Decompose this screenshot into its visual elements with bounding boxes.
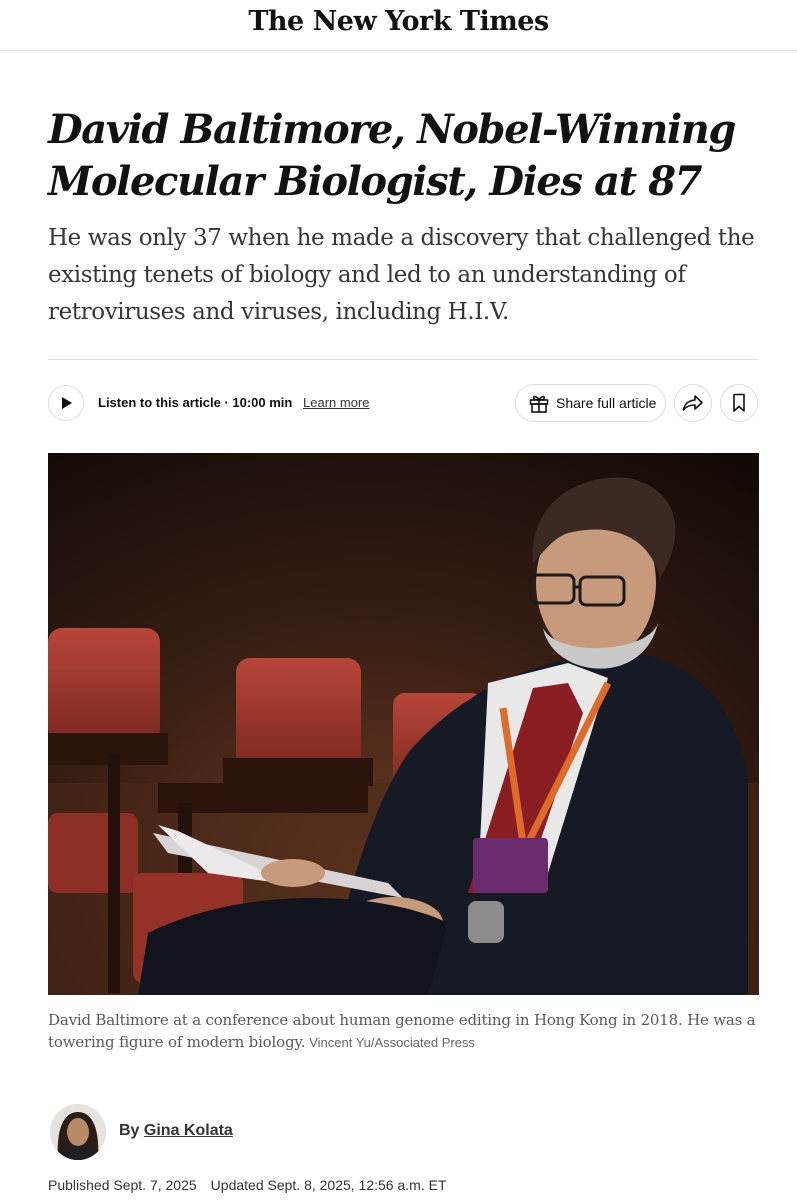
share-button[interactable]: [674, 384, 712, 422]
photo-caption: David Baltimore at a conference about hu…: [48, 1009, 759, 1054]
gift-icon: [529, 395, 549, 413]
listen-label: Listen to this article · 10:00 min: [98, 395, 293, 410]
play-audio-button[interactable]: [48, 385, 84, 421]
save-button[interactable]: [720, 384, 758, 422]
byline: By Gina Kolata: [119, 1122, 233, 1140]
share-full-article-button[interactable]: Share full article: [515, 384, 666, 422]
published-date: Published Sept. 7, 2025: [48, 1177, 197, 1193]
play-icon: [62, 397, 72, 409]
share-label: Share full article: [556, 395, 657, 411]
byline-prefix: By: [119, 1122, 140, 1139]
author-avatar[interactable]: [50, 1104, 106, 1160]
article-photo: [48, 453, 759, 995]
learn-more-link[interactable]: Learn more: [303, 395, 369, 410]
article-dates: Published Sept. 7, 2025 Updated Sept. 8, …: [48, 1177, 447, 1193]
bookmark-icon: [733, 393, 745, 412]
updated-date: Updated Sept. 8, 2025, 12:56 a.m. ET: [210, 1177, 447, 1193]
divider: [48, 359, 758, 360]
author-link[interactable]: Gina Kolata: [144, 1122, 233, 1139]
article-headline: David Baltimore, Nobel-Winning Molecular…: [48, 106, 736, 205]
article-summary: He was only 37 when he made a discovery …: [48, 225, 755, 325]
share-arrow-icon: [682, 395, 703, 411]
nyt-logo[interactable]: The New York Times: [248, 6, 549, 37]
masthead: The New York Times: [0, 0, 797, 51]
photo-credit: Vincent Yu/Associated Press: [309, 1035, 475, 1050]
